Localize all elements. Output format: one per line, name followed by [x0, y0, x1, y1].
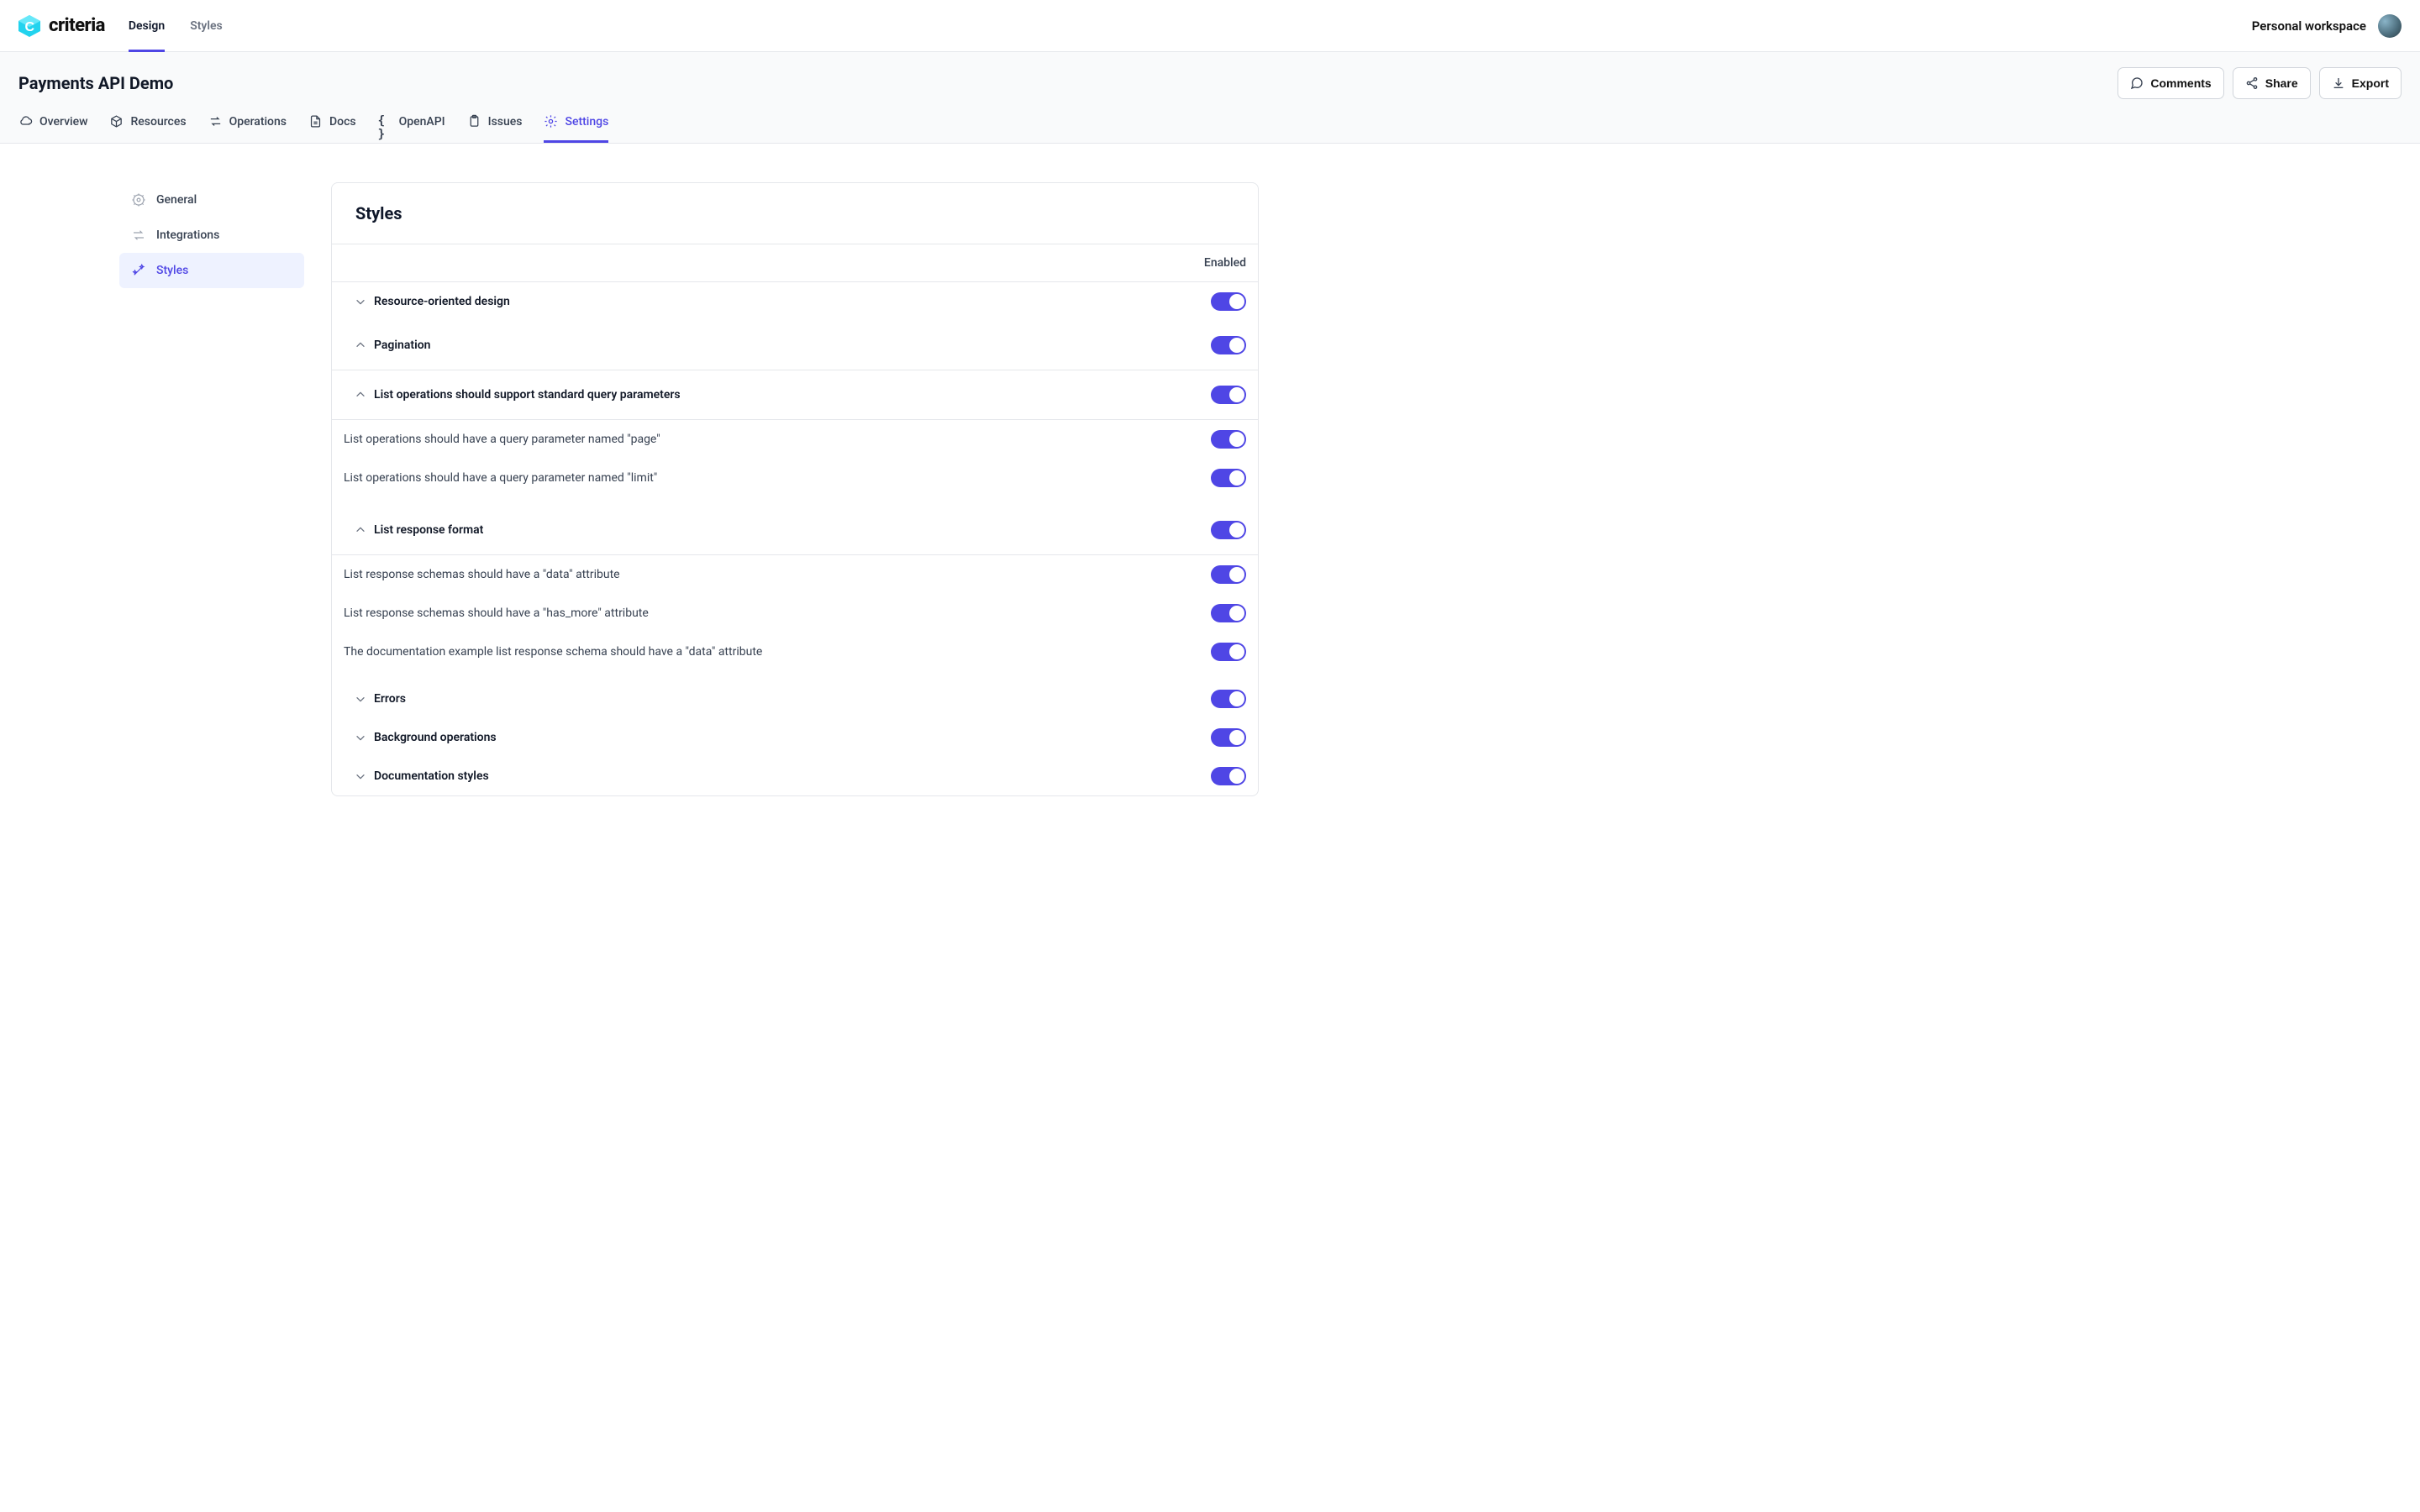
tab-openapi[interactable]: { } OpenAPI	[378, 114, 445, 143]
braces-icon: { }	[378, 114, 392, 129]
style-row: List operations should have a query para…	[332, 420, 1258, 459]
styles-panel: Styles Enabled Resource-oriented design P…	[331, 182, 1259, 796]
enabled-toggle[interactable]	[1211, 336, 1246, 354]
style-row-label: Resource-oriented design	[374, 295, 510, 308]
tab-settings[interactable]: Settings	[544, 114, 608, 143]
enabled-toggle[interactable]	[1211, 604, 1246, 622]
enabled-column-header: Enabled	[1204, 256, 1246, 270]
style-rules-list: Resource-oriented design Pagination List o…	[332, 282, 1258, 795]
chevron-up-icon	[354, 339, 367, 352]
sidebar-item-styles[interactable]: Styles	[119, 253, 304, 288]
enabled-toggle[interactable]	[1211, 565, 1246, 584]
style-row-label: List operations should support standard …	[374, 388, 681, 402]
style-row[interactable]: List operations should support standard …	[332, 370, 1258, 420]
chevron-up-icon	[354, 388, 367, 402]
style-row-label: List response schemas should have a "dat…	[344, 568, 620, 581]
comment-icon	[2130, 76, 2144, 90]
tab-docs[interactable]: Docs	[308, 114, 356, 143]
style-row-label: Pagination	[374, 339, 430, 352]
enabled-toggle[interactable]	[1211, 690, 1246, 708]
style-row: The documentation example list response …	[332, 633, 1258, 680]
integrations-icon	[131, 228, 146, 243]
style-row-label: The documentation example list response …	[344, 645, 762, 659]
style-row-label: List operations should have a query para…	[344, 471, 657, 485]
tab-operations[interactable]: Operations	[208, 114, 287, 143]
avatar[interactable]	[2378, 14, 2402, 38]
share-icon	[2245, 76, 2259, 90]
chevron-down-icon	[354, 295, 367, 308]
enabled-toggle[interactable]	[1211, 521, 1246, 539]
chevron-down-icon	[354, 692, 367, 706]
tab-resources[interactable]: Resources	[109, 114, 186, 143]
chevron-up-icon	[354, 523, 367, 537]
tab-overview[interactable]: Overview	[18, 114, 87, 143]
style-row-label: Background operations	[374, 731, 497, 744]
panel-title: Styles	[355, 203, 1234, 223]
enabled-toggle[interactable]	[1211, 767, 1246, 785]
download-icon	[2332, 76, 2345, 90]
chevron-down-icon	[354, 731, 367, 744]
style-row[interactable]: Background operations	[332, 718, 1258, 757]
enabled-toggle[interactable]	[1211, 469, 1246, 487]
style-row[interactable]: Resource-oriented design	[332, 282, 1258, 321]
style-row[interactable]: List response format	[332, 506, 1258, 555]
sidebar-item-general[interactable]: General	[119, 182, 304, 218]
style-row-label: List operations should have a query para…	[344, 433, 660, 446]
style-row: List response schemas should have a "has…	[332, 594, 1258, 633]
sidebar-item-integrations[interactable]: Integrations	[119, 218, 304, 253]
style-row[interactable]: Pagination	[332, 321, 1258, 370]
swap-icon	[208, 114, 223, 129]
settings-sidebar: General Integrations Styles	[119, 182, 304, 796]
style-row: List operations should have a query para…	[332, 459, 1258, 506]
page-title: Payments API Demo	[18, 73, 173, 93]
enabled-toggle[interactable]	[1211, 386, 1246, 404]
svg-text:C: C	[24, 20, 34, 34]
workspace-label[interactable]: Personal workspace	[2252, 18, 2366, 34]
settings-gear-icon	[131, 192, 146, 207]
enabled-toggle[interactable]	[1211, 643, 1246, 661]
style-row-label: List response format	[374, 523, 483, 537]
style-row-label: Errors	[374, 692, 406, 706]
style-row-label: List response schemas should have a "has…	[344, 606, 649, 620]
topnav-design[interactable]: Design	[129, 0, 165, 52]
enabled-toggle[interactable]	[1211, 728, 1246, 747]
logo[interactable]: C criteria	[17, 13, 105, 39]
comments-button[interactable]: Comments	[2118, 67, 2223, 99]
tabs: Overview Resources Operations Docs { } O…	[0, 99, 2420, 143]
cloud-icon	[18, 114, 33, 129]
export-button[interactable]: Export	[2319, 67, 2402, 99]
logo-mark-icon: C	[17, 13, 42, 39]
sparkle-icon	[131, 263, 146, 278]
top-nav: Design Styles	[129, 0, 223, 52]
topnav-styles[interactable]: Styles	[190, 0, 223, 52]
clipboard-icon	[467, 114, 481, 129]
gear-icon	[544, 114, 558, 129]
style-row: List response schemas should have a "dat…	[332, 555, 1258, 594]
tab-issues[interactable]: Issues	[467, 114, 523, 143]
enabled-toggle[interactable]	[1211, 430, 1246, 449]
style-row[interactable]: Errors	[332, 680, 1258, 718]
logo-text: criteria	[49, 15, 105, 36]
share-button[interactable]: Share	[2233, 67, 2311, 99]
chevron-down-icon	[354, 769, 367, 783]
package-icon	[109, 114, 124, 129]
file-icon	[308, 114, 323, 129]
style-row[interactable]: Documentation styles	[332, 757, 1258, 795]
style-row-label: Documentation styles	[374, 769, 489, 783]
enabled-toggle[interactable]	[1211, 292, 1246, 311]
